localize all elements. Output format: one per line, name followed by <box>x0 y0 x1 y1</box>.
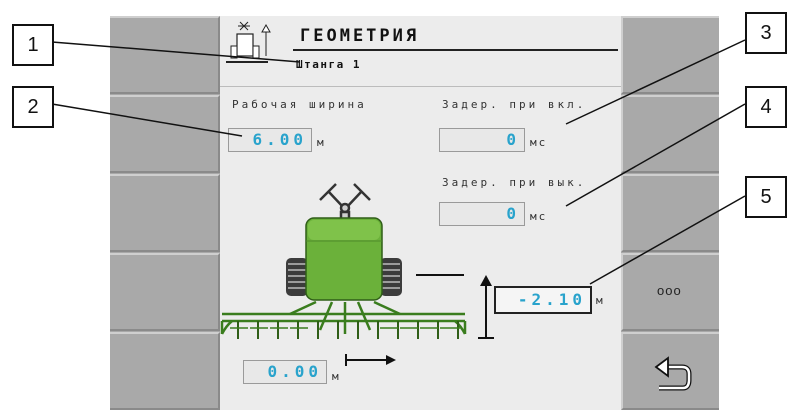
callout-leaders <box>51 39 746 285</box>
callout-2: 2 <box>12 86 54 128</box>
callout-1: 1 <box>12 24 54 66</box>
callout-3: 3 <box>745 12 787 54</box>
callout-4: 4 <box>745 86 787 128</box>
callout-5: 5 <box>745 176 787 218</box>
